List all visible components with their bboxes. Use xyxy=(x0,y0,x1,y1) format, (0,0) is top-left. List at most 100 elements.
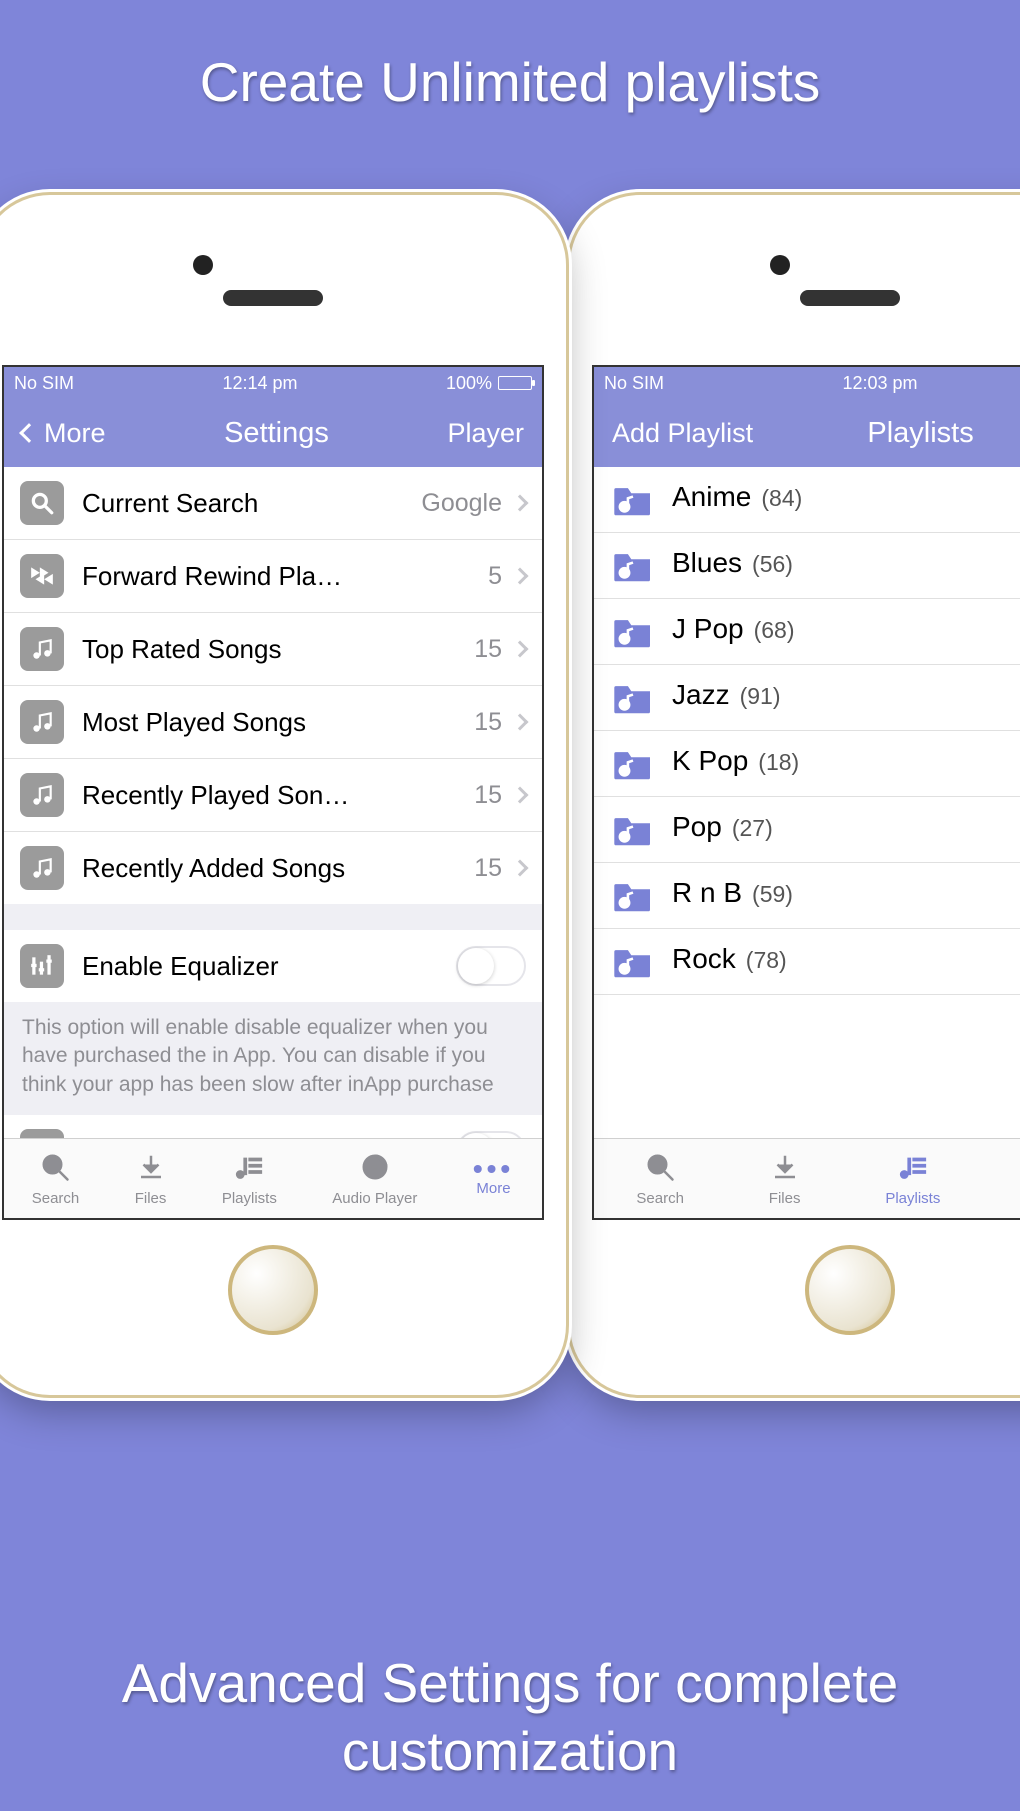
folder-icon xyxy=(612,681,654,715)
nav-bar: Add Playlist Playlists xyxy=(594,399,1020,467)
speaker-slot xyxy=(800,290,900,306)
enable-equalizer-row[interactable]: Enable Equalizer xyxy=(4,930,542,1002)
tab-icon xyxy=(770,1152,800,1186)
playlist-count: (56) xyxy=(752,551,793,578)
folder-icon xyxy=(612,813,654,847)
chevron-right-icon xyxy=(512,787,529,804)
tab-label: Playlists xyxy=(222,1190,277,1207)
fwdrwd-icon xyxy=(20,554,64,598)
tab-label: Audio Player xyxy=(332,1190,417,1207)
tab-icon xyxy=(40,1152,70,1186)
battery-pct: 100% xyxy=(446,373,492,394)
promo-top-title: Create Unlimited playlists xyxy=(0,50,1020,114)
playlist-row[interactable]: Rock (78) xyxy=(594,929,1020,995)
chevron-right-icon xyxy=(512,714,529,731)
add-playlist-button[interactable]: Add Playlist xyxy=(612,418,753,449)
settings-row[interactable]: Forward Rewind Pla… 5 xyxy=(4,540,542,613)
folder-icon xyxy=(612,483,654,517)
player-button[interactable]: Player xyxy=(447,418,524,449)
chevron-left-icon xyxy=(19,423,39,443)
playlist-row[interactable]: Jazz (91) xyxy=(594,665,1020,731)
folder-icon xyxy=(612,879,654,913)
playlist-name: Jazz xyxy=(672,679,730,711)
folder-icon xyxy=(612,615,654,649)
settings-row-value: 15 xyxy=(474,854,502,883)
settings-row-value: 5 xyxy=(488,562,502,591)
playlist-count: (78) xyxy=(746,947,787,974)
nav-title: Settings xyxy=(224,417,329,450)
tab-files[interactable]: Files xyxy=(769,1152,801,1207)
settings-row-value: 15 xyxy=(474,635,502,664)
settings-row-value: 15 xyxy=(474,781,502,810)
music-icon xyxy=(20,846,64,890)
settings-row-label: Most Played Songs xyxy=(82,707,466,738)
playlists-content: Anime (84) Blues (56) J Pop (68) Jazz (9… xyxy=(594,467,1020,1138)
home-button[interactable] xyxy=(805,1245,895,1335)
tab-playlists[interactable]: Playlists xyxy=(885,1152,940,1207)
settings-row-value: 15 xyxy=(474,708,502,737)
enable-desktop-row[interactable]: Enable Desktop Browser xyxy=(4,1115,542,1138)
screen-settings: No SIM 12:14 pm 100% More Settings Playe… xyxy=(2,365,544,1220)
carrier-label: No SIM xyxy=(14,373,74,394)
tab-icon xyxy=(360,1152,390,1186)
tab-label: Search xyxy=(32,1190,80,1207)
settings-content: Current Search Google Forward Rewind Pla… xyxy=(4,467,542,1138)
music-icon xyxy=(20,700,64,744)
playlist-row[interactable]: Blues (56) xyxy=(594,533,1020,599)
status-bar: No SIM 12:14 pm 100% xyxy=(4,367,542,399)
playlist-count: (59) xyxy=(752,881,793,908)
back-button[interactable]: More xyxy=(22,418,106,449)
playlist-row[interactable]: Anime (84) xyxy=(594,467,1020,533)
home-button[interactable] xyxy=(228,1245,318,1335)
playlist-name: J Pop xyxy=(672,613,744,645)
settings-row-label: Top Rated Songs xyxy=(82,634,466,665)
playlist-row[interactable]: K Pop (18) xyxy=(594,731,1020,797)
tab-playlists[interactable]: Playlists xyxy=(222,1152,277,1207)
tab-bar: Search Files Playlists Audio Player •••More xyxy=(4,1138,542,1218)
tab-audio-player[interactable]: Audio Player xyxy=(332,1152,417,1207)
chevron-right-icon xyxy=(512,568,529,585)
tab-search[interactable]: Search xyxy=(32,1152,80,1207)
playlists-group: Anime (84) Blues (56) J Pop (68) Jazz (9… xyxy=(594,467,1020,995)
playlist-row[interactable]: J Pop (68) xyxy=(594,599,1020,665)
playlist-count: (27) xyxy=(732,815,773,842)
folder-icon xyxy=(612,945,654,979)
time-label: 12:03 pm xyxy=(842,373,917,394)
settings-row-label: Forward Rewind Pla… xyxy=(82,561,480,592)
phone-settings: No SIM 12:14 pm 100% More Settings Playe… xyxy=(0,195,566,1395)
settings-row[interactable]: Recently Played Son… 15 xyxy=(4,759,542,832)
tab-icon xyxy=(645,1152,675,1186)
equalizer-label: Enable Equalizer xyxy=(82,951,456,982)
time-label: 12:14 pm xyxy=(222,373,297,394)
settings-row[interactable]: Recently Added Songs 15 xyxy=(4,832,542,904)
settings-group: Current Search Google Forward Rewind Pla… xyxy=(4,467,542,904)
playlist-name: Blues xyxy=(672,547,742,579)
tab-files[interactable]: Files xyxy=(135,1152,167,1207)
playlist-row[interactable]: R n B (59) xyxy=(594,863,1020,929)
phone-top xyxy=(570,195,1020,365)
settings-row[interactable]: Top Rated Songs 15 xyxy=(4,613,542,686)
phone-playlists: No SIM 12:03 pm Add Playlist Playlists A… xyxy=(570,195,1020,1395)
nav-bar: More Settings Player xyxy=(4,399,542,467)
chevron-right-icon xyxy=(512,495,529,512)
camera-dot xyxy=(770,255,790,275)
tab-icon xyxy=(234,1152,264,1186)
back-label: More xyxy=(44,418,106,449)
promo-bottom-title: Advanced Settings for complete customiza… xyxy=(0,1649,1020,1787)
settings-row[interactable]: Current Search Google xyxy=(4,467,542,540)
desktop-switch[interactable] xyxy=(456,1131,526,1138)
playlist-name: Anime xyxy=(672,481,751,513)
monitor-icon xyxy=(20,1129,64,1138)
tab-more[interactable]: •••More xyxy=(473,1162,514,1197)
playlist-name: Rock xyxy=(672,943,736,975)
playlist-row[interactable]: Pop (27) xyxy=(594,797,1020,863)
equalizer-switch[interactable] xyxy=(456,946,526,986)
settings-row[interactable]: Most Played Songs 15 xyxy=(4,686,542,759)
search-icon xyxy=(20,481,64,525)
nav-title: Playlists xyxy=(867,417,973,450)
equalizer-icon xyxy=(20,944,64,988)
carrier-label: No SIM xyxy=(604,373,664,394)
tab-search[interactable]: Search xyxy=(636,1152,684,1207)
playlist-count: (84) xyxy=(761,485,802,512)
status-bar: No SIM 12:03 pm xyxy=(594,367,1020,399)
